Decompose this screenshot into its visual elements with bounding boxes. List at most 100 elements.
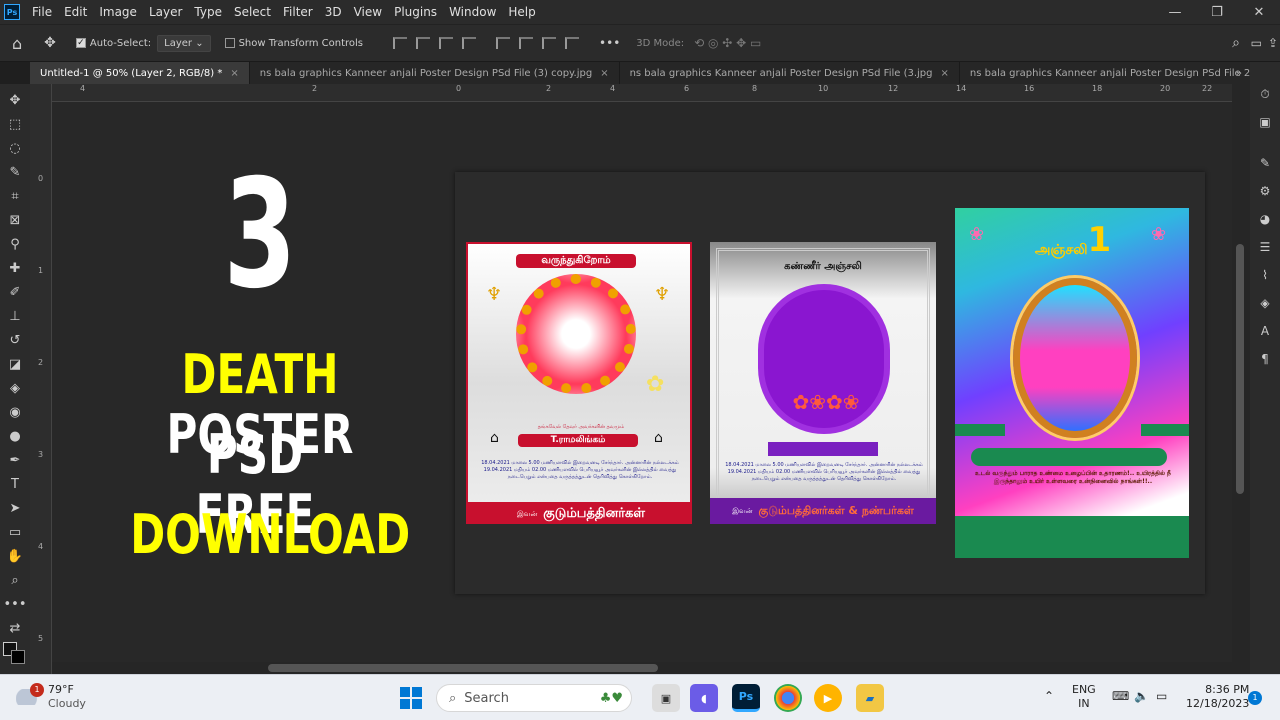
close-tab-icon[interactable]: ×: [600, 68, 608, 79]
menu-file[interactable]: File: [26, 5, 58, 19]
clock[interactable]: 8:36 PM 12/18/2023: [1186, 683, 1249, 711]
ruler-top[interactable]: 4 2 0 2 4 6 8 10 12 14 16 18 20 22: [52, 84, 1232, 102]
comments-icon[interactable]: ▣: [1256, 113, 1274, 131]
task-view-icon[interactable]: ▣: [652, 684, 680, 712]
home-icon[interactable]: ⌂: [12, 34, 22, 53]
volume-icon[interactable]: 🔈: [1134, 689, 1149, 703]
frame-tool-icon[interactable]: ⊠: [5, 210, 25, 230]
lasso-tool-icon[interactable]: ◌: [5, 138, 25, 158]
adjustments-icon[interactable]: ⚙: [1256, 182, 1274, 200]
brush-settings-icon[interactable]: ✎: [1256, 154, 1274, 172]
ruler-left[interactable]: 0 1 2 3 4 5: [30, 84, 52, 674]
healing-brush-tool-icon[interactable]: ✚: [5, 258, 25, 278]
poster-1[interactable]: வருந்துகிறோம் ♆ ♆ ✿ தங்கவேல் தேவர் அவர்க…: [466, 242, 692, 524]
menu-layer[interactable]: Layer: [143, 5, 188, 19]
media-player-icon[interactable]: ▶: [814, 684, 842, 712]
poster-2[interactable]: கண்ணீர் அஞ்சலி ✿❀✿❀ 18.04.2021 மாலை 5.00…: [710, 242, 936, 524]
menu-3d[interactable]: 3D: [319, 5, 348, 19]
align-top-icon[interactable]: [496, 37, 511, 49]
poster-3[interactable]: அஞ்சலி 1 ❀ ❀ உடல் வருந்தும் பாராத உண்மை …: [955, 208, 1189, 558]
tab-poster-3[interactable]: ns bala graphics Kanneer anjali Poster D…: [620, 62, 960, 84]
photoshop-taskbar-icon[interactable]: Ps: [732, 684, 760, 712]
scrollbar-thumb[interactable]: [268, 664, 658, 672]
chrome-icon[interactable]: [774, 684, 802, 712]
file-explorer-icon[interactable]: ▰: [856, 684, 884, 712]
show-transform-checkbox[interactable]: Show Transform Controls: [224, 38, 363, 49]
stamp-tool-icon[interactable]: ⊥: [5, 306, 25, 326]
pen-tool-icon[interactable]: ✒: [5, 450, 25, 470]
paths-icon[interactable]: ⌇: [1256, 266, 1274, 284]
move-tool-icon[interactable]: ✥: [44, 35, 56, 51]
distribute-vertical-icon[interactable]: [565, 37, 580, 49]
properties-icon[interactable]: ☰: [1256, 238, 1274, 256]
share-icon[interactable]: ⇪: [1268, 36, 1278, 50]
battery-icon[interactable]: ▭: [1156, 689, 1167, 703]
auto-select-dropdown[interactable]: Layer ⌄: [157, 34, 211, 52]
tab-poster-copy[interactable]: ns bala graphics Kanneer anjali Poster D…: [250, 62, 620, 84]
align-middle-icon[interactable]: [519, 37, 534, 49]
blur-tool-icon[interactable]: ◉: [5, 402, 25, 422]
photoshop-logo-icon[interactable]: Ps: [4, 4, 20, 20]
eyedropper-tool-icon[interactable]: ⚲: [5, 234, 25, 254]
tabs-overflow-icon[interactable]: »: [1236, 68, 1242, 79]
close-tab-icon[interactable]: ×: [230, 68, 238, 79]
layers-icon[interactable]: ◈: [1256, 294, 1274, 312]
quick-select-tool-icon[interactable]: ✎: [5, 162, 25, 182]
hand-tool-icon[interactable]: ✋: [5, 546, 25, 566]
horizontal-scrollbar[interactable]: [52, 662, 1232, 674]
auto-select-checkbox[interactable]: ✓ Auto-Select:: [75, 38, 151, 49]
language-indicator[interactable]: ENG IN: [1072, 683, 1096, 711]
close-button[interactable]: ✕: [1238, 0, 1280, 24]
taskbar-search-box[interactable]: ⌕ Search ♣♥: [436, 684, 632, 712]
network-icon[interactable]: ⌨: [1112, 689, 1129, 703]
dodge-tool-icon[interactable]: ●: [5, 426, 25, 446]
workspace-icon[interactable]: ▭: [1251, 36, 1262, 50]
paint-bucket-tool-icon[interactable]: ◈: [5, 378, 25, 398]
tray-overflow-icon[interactable]: ⌃: [1044, 689, 1054, 703]
menu-window[interactable]: Window: [443, 5, 502, 19]
minimize-button[interactable]: —: [1154, 0, 1196, 24]
windows-start-icon[interactable]: [400, 687, 422, 709]
restore-button[interactable]: ❐: [1196, 0, 1238, 24]
menu-type[interactable]: Type: [188, 5, 228, 19]
menu-view[interactable]: View: [348, 5, 388, 19]
history-icon[interactable]: ⏱: [1256, 85, 1274, 103]
zoom-tool-icon[interactable]: ⌕: [5, 570, 25, 590]
tab-untitled-1[interactable]: Untitled-1 @ 50% (Layer 2, RGB/8) * ×: [30, 62, 250, 84]
paragraph-icon[interactable]: ¶: [1256, 350, 1274, 368]
align-right-icon[interactable]: [439, 37, 454, 49]
menu-filter[interactable]: Filter: [277, 5, 319, 19]
color-icon[interactable]: ◕: [1256, 210, 1274, 228]
align-left-icon[interactable]: [393, 37, 408, 49]
scrollbar-thumb[interactable]: [1236, 244, 1244, 494]
close-tab-icon[interactable]: ×: [941, 68, 949, 79]
swap-colors-icon[interactable]: ⇄: [5, 618, 25, 638]
align-bottom-icon[interactable]: [542, 37, 557, 49]
more-options-button[interactable]: •••: [599, 36, 620, 50]
move-tool-icon[interactable]: ✥: [5, 90, 25, 110]
path-select-tool-icon[interactable]: ➤: [5, 498, 25, 518]
rectangle-tool-icon[interactable]: ▭: [5, 522, 25, 542]
character-icon[interactable]: A: [1256, 322, 1274, 340]
more-tools-icon[interactable]: •••: [4, 594, 27, 614]
menu-select[interactable]: Select: [228, 5, 277, 19]
search-icon[interactable]: ⌕: [1232, 35, 1240, 51]
menu-image[interactable]: Image: [93, 5, 143, 19]
menu-plugins[interactable]: Plugins: [388, 5, 443, 19]
history-brush-tool-icon[interactable]: ↺: [5, 330, 25, 350]
eraser-tool-icon[interactable]: ◪: [5, 354, 25, 374]
menu-help[interactable]: Help: [502, 5, 541, 19]
distribute-icon[interactable]: [462, 37, 477, 49]
marquee-tool-icon[interactable]: ⬚: [5, 114, 25, 134]
vertical-scrollbar[interactable]: [1232, 84, 1250, 674]
type-tool-icon[interactable]: T: [5, 474, 25, 494]
color-swatches-icon[interactable]: [3, 642, 27, 666]
weather-widget[interactable]: 1 79°F Cloudy: [16, 683, 86, 711]
tab-poster-2[interactable]: ns bala graphics Kanneer anjali Poster D…: [960, 62, 1265, 84]
notification-badge[interactable]: 1: [1248, 691, 1262, 705]
teams-chat-icon[interactable]: ◖: [690, 684, 718, 712]
menu-edit[interactable]: Edit: [58, 5, 93, 19]
brush-tool-icon[interactable]: ✐: [5, 282, 25, 302]
crop-tool-icon[interactable]: ⌗: [5, 186, 25, 206]
align-center-icon[interactable]: [416, 37, 431, 49]
